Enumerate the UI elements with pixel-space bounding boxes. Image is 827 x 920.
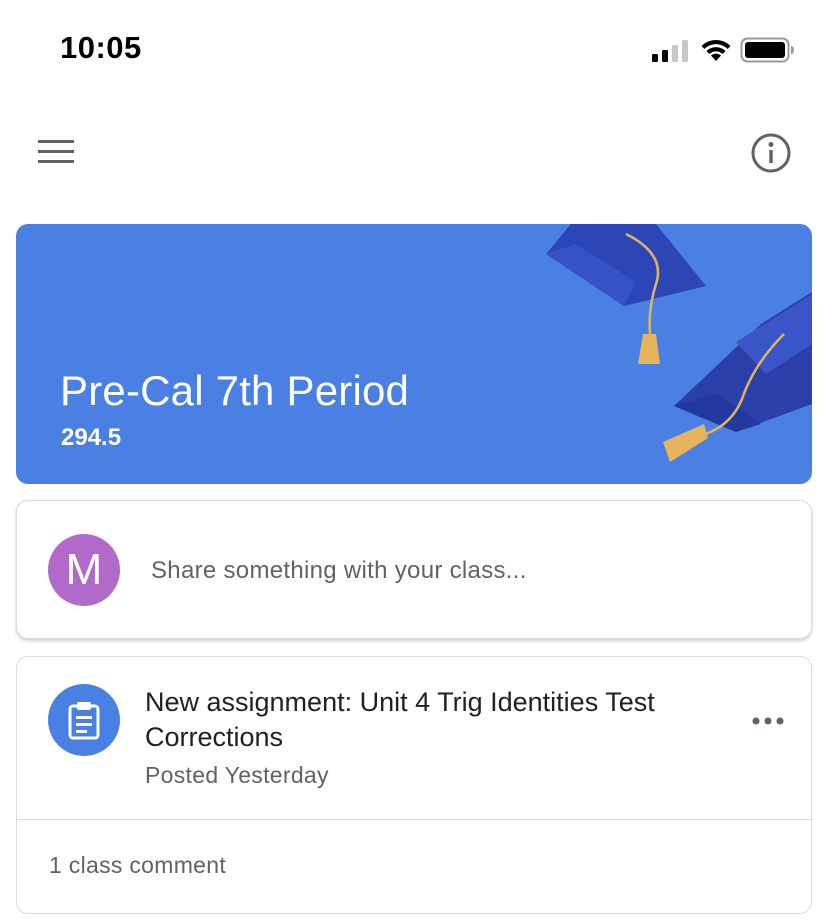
avatar: M — [48, 534, 120, 606]
graduation-caps-illustration — [546, 224, 812, 462]
class-section: 294.5 — [61, 424, 122, 451]
assignment-post-card[interactable]: New assignment: Unit 4 Trig Identities T… — [16, 656, 812, 914]
post-title: New assignment: Unit 4 Trig Identities T… — [145, 687, 655, 752]
status-time: 10:05 — [60, 30, 142, 65]
class-comments-link[interactable]: 1 class comment — [49, 852, 226, 879]
app-bar — [0, 120, 827, 184]
signal-icon — [652, 40, 688, 62]
class-banner[interactable]: Pre-Cal 7th Period 294.5 — [16, 224, 812, 484]
share-input[interactable] — [151, 549, 771, 593]
class-title: Pre-Cal 7th Period — [60, 367, 410, 414]
post-timestamp: Posted Yesterday — [145, 762, 329, 788]
class-info-button[interactable] — [746, 128, 796, 178]
more-options-button[interactable] — [747, 707, 791, 735]
more-horizontal-icon — [752, 717, 784, 725]
divider — [17, 819, 811, 820]
battery-icon — [740, 37, 794, 63]
info-icon — [751, 133, 791, 173]
share-card[interactable]: M — [16, 500, 812, 639]
wifi-icon — [701, 39, 731, 61]
assignment-icon — [48, 684, 120, 756]
hamburger-menu-icon — [38, 140, 74, 163]
status-bar: 10:05 — [0, 0, 827, 100]
menu-button[interactable] — [30, 132, 82, 172]
